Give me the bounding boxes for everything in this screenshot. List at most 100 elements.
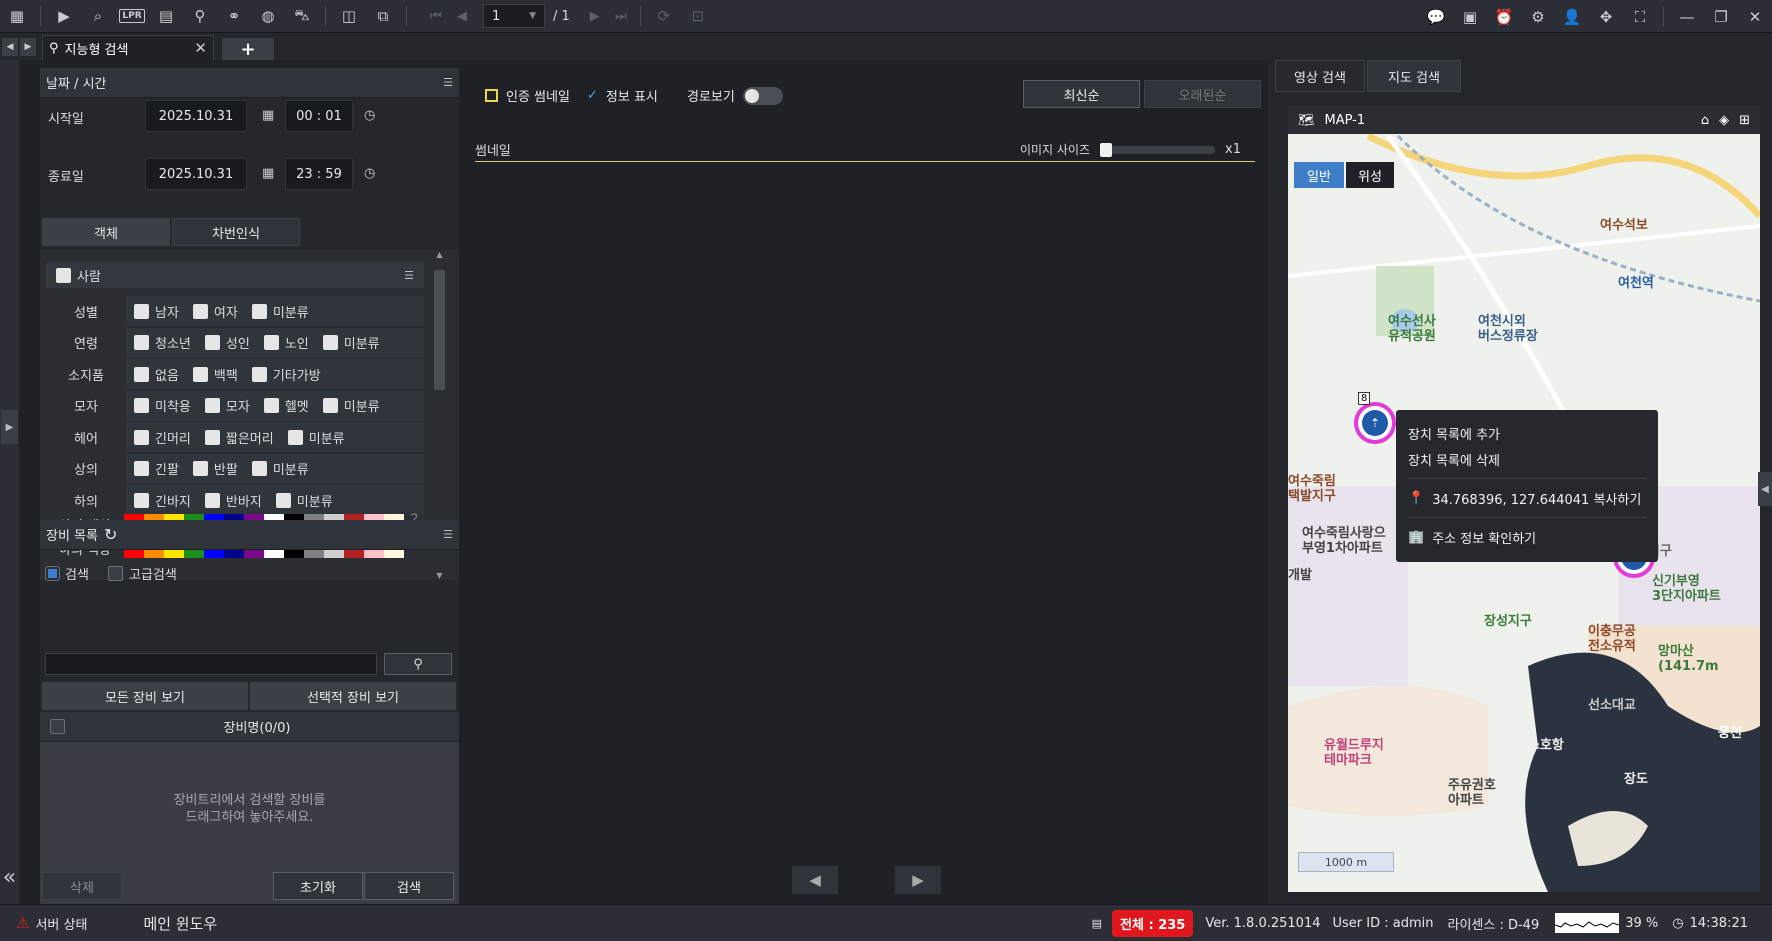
filter-option-checkbox[interactable]: 없음 [134,365,179,384]
map-satellite-toggle[interactable]: 위성 [1346,162,1394,188]
end-time-field[interactable]: 23 : 59 [285,158,353,190]
device-search-button[interactable]: ⚲ [384,653,452,675]
last-page-icon[interactable]: ⏭ [608,9,634,24]
prev-page-icon[interactable]: ◀ [449,9,475,24]
menu-icon[interactable]: ☰ [443,528,453,541]
close-icon[interactable]: ✕ [194,39,207,57]
clock-icon[interactable]: ◷ [364,108,375,123]
sort-oldest-button[interactable]: 오래된순 [1144,80,1261,108]
map-view[interactable]: 🗺 MAP-1 ⌂ ◈ ⊞ 일반 위성 여수석보 여천역 여수선사 유적공원 여천시외… [1288,106,1760,892]
filter-option-checkbox[interactable]: 짧은머리 [204,428,274,447]
close-icon[interactable]: ✕ [1741,4,1769,30]
tab-video-search[interactable]: 영상 검색 [1275,60,1365,92]
collapse-panel-icon[interactable]: « [0,865,19,890]
menu-icon[interactable]: ☰ [404,269,414,282]
filter-option-checkbox[interactable]: 반팔 [192,459,238,478]
tab-map-search[interactable]: 지도 검색 [1367,60,1461,92]
minimize-icon[interactable]: — [1673,4,1701,30]
filter-option-checkbox[interactable]: 반바지 [204,491,262,510]
calendar-icon[interactable]: ▦ [262,108,274,123]
filter-option-checkbox[interactable]: 헬멧 [263,396,309,415]
bike-icon[interactable]: ⚭ [220,3,248,29]
fullscreen-icon[interactable]: ⛶ [1626,4,1654,30]
filter-option-checkbox[interactable]: 미분류 [322,396,380,415]
start-date-field[interactable]: 2025.10.31 [145,100,247,132]
person-filter-header[interactable]: 사람 ☰ [46,262,424,288]
select-all-checkbox[interactable] [50,719,65,734]
refresh-screen-icon[interactable]: ⟳ [650,3,678,29]
car-search-icon[interactable]: ⛍ [288,3,316,29]
advanced-search-radio[interactable]: 고급검색 [108,564,177,583]
scroll-thumb[interactable] [434,270,445,390]
map-settings-icon[interactable]: ⊞ [1739,113,1750,128]
next-page-icon[interactable]: ▶ [582,9,608,24]
alarm-icon[interactable]: ⏰ [1490,4,1518,30]
view-all-devices-button[interactable]: 모든 장비 보기 [42,682,248,710]
tab-intelligent-search[interactable]: ⚲ 지능형 검색 ✕ [42,35,214,60]
checkbox-yellow[interactable] [485,89,498,102]
user-icon[interactable]: 👤 [1558,4,1586,30]
tab-object[interactable]: 객체 [42,218,170,246]
filter-option-checkbox[interactable]: 긴머리 [134,428,191,447]
filter-option-checkbox[interactable]: 미분류 [251,459,309,478]
prev-result-button[interactable]: ◀ [792,866,838,894]
tab-scroll-left-icon[interactable]: ◀ [2,38,18,56]
add-tab-button[interactable]: + [222,38,274,60]
tab-lpr[interactable]: 차번인식 [172,218,300,246]
first-page-icon[interactable]: ⏮ [423,9,449,24]
refresh-icon[interactable]: ↻ [104,525,117,544]
sort-newest-button[interactable]: 최신순 [1023,80,1140,108]
expand-right-icon[interactable]: ◀ [1758,472,1772,506]
filter-option-checkbox[interactable]: 미분류 [275,491,333,510]
server-status[interactable]: 서버 상태 [35,914,87,933]
scroll-down-icon[interactable]: ▼ [432,571,447,580]
total-count-badge[interactable]: 전체 : 235 [1112,909,1194,937]
tab-scroll-right-icon[interactable]: ▶ [20,38,36,56]
person-checkbox[interactable]: 사람 [56,266,101,285]
menu-add-device[interactable]: 장치 목록에 추가 [1408,420,1646,446]
lpr-icon[interactable]: LPR [118,3,146,29]
device-search-input[interactable] [45,653,377,675]
filter-option-checkbox[interactable]: 미착용 [134,396,191,415]
filter-option-checkbox[interactable]: 미분류 [322,333,380,352]
menu-copy-coordinates[interactable]: 📍 34.768396, 127.644041 복사하기 [1408,485,1646,511]
search-radio[interactable]: 검색 [45,564,89,583]
calendar-list-icon[interactable]: ▤ [152,3,180,29]
search-button[interactable]: 검색 [364,872,454,900]
filter-option-checkbox[interactable]: 청소년 [134,333,191,352]
chat-icon[interactable]: 💬 [1422,4,1450,30]
filter-option-checkbox[interactable]: 기타가방 [251,365,321,384]
snapshot-icon[interactable]: ⊡ [684,3,712,29]
end-date-field[interactable]: 2025.10.31 [145,158,247,190]
filter-option-checkbox[interactable]: 미분류 [287,428,345,447]
cert-thumbnail-option[interactable]: 인증 썸네일 [485,86,570,105]
map-normal-toggle[interactable]: 일반 [1294,162,1344,188]
search-video-icon[interactable]: ⌕ [84,3,112,29]
home-icon[interactable]: ⌂ [1701,113,1709,128]
filter-option-checkbox[interactable]: 남자 [134,302,179,321]
filter-option-checkbox[interactable]: 모자 [204,396,250,415]
camera-marker[interactable]: ⇡ [1354,402,1396,444]
filter-option-checkbox[interactable]: 긴팔 [134,459,179,478]
expand-panel-icon[interactable]: ▶ [1,410,18,444]
menu-icon[interactable]: ☰ [443,76,453,89]
filter-option-checkbox[interactable]: 성인 [204,333,250,352]
move-icon[interactable]: ✥ [1592,4,1620,30]
clock-icon[interactable]: ◷ [364,166,375,181]
filter-option-checkbox[interactable]: 긴바지 [134,491,191,510]
layers-icon[interactable]: ◈ [1719,113,1729,128]
next-result-button[interactable]: ▶ [895,866,941,894]
globe-search-icon[interactable]: ◍ [254,3,282,29]
route-view-toggle[interactable] [742,86,783,105]
reset-button[interactable]: 초기화 [273,872,363,900]
grid-icon[interactable]: ▦ [3,3,31,29]
menu-remove-device[interactable]: 장치 목록에 삭제 [1408,446,1646,472]
play-icon[interactable]: ▶ [50,3,78,29]
start-time-field[interactable]: 00 : 01 [285,100,353,132]
filter-option-checkbox[interactable]: 여자 [192,302,238,321]
page-select[interactable]: 1 ▼ [483,4,545,28]
info-display-option[interactable]: ✓ 정보 표시 [587,86,658,105]
restore-icon[interactable]: ❐ [1707,4,1735,30]
menu-address-info[interactable]: 🏢 주소 정보 확인하기 [1408,524,1646,550]
person-search-icon[interactable]: ⚲ [186,3,214,29]
